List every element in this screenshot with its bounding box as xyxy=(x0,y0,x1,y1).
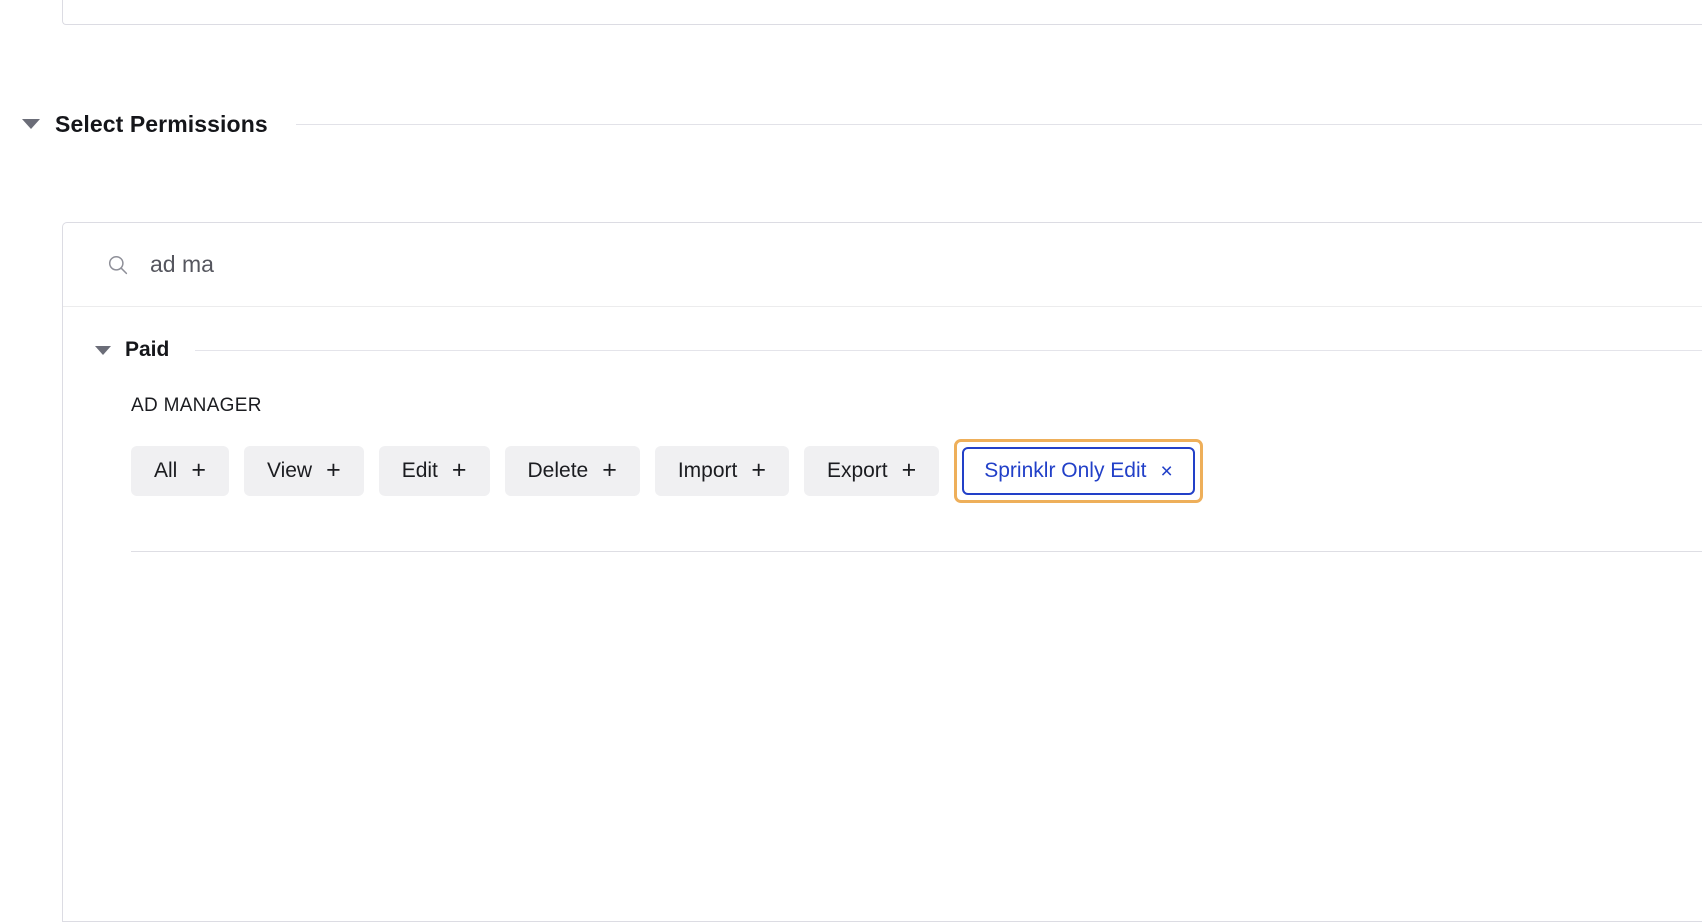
permission-chips-row: All + View + Edit + Delete + Import + Ex… xyxy=(131,439,1702,503)
chip-label: Edit xyxy=(401,459,438,482)
plus-icon[interactable]: + xyxy=(191,457,206,483)
permission-group-label: AD MANAGER xyxy=(131,395,262,416)
chip-label: Import xyxy=(677,459,738,482)
chip-label: View xyxy=(266,459,313,482)
chip-label: Delete xyxy=(527,459,589,482)
page-title: Select Permissions xyxy=(55,110,268,137)
previous-section-panel xyxy=(62,0,1702,25)
chip-label: Export xyxy=(826,459,888,482)
permissions-panel: Paid AD MANAGER All + View + Edit + Dele… xyxy=(62,222,1702,922)
close-icon[interactable]: × xyxy=(1160,461,1172,482)
search-input[interactable] xyxy=(150,251,750,278)
plus-icon[interactable]: + xyxy=(902,457,917,483)
plus-icon[interactable]: + xyxy=(452,457,467,483)
permissions-search-row[interactable] xyxy=(63,223,1702,307)
group-title: Paid xyxy=(125,338,170,361)
search-icon xyxy=(108,255,128,274)
plus-icon[interactable]: + xyxy=(602,457,617,483)
section-divider xyxy=(295,123,1702,125)
permission-chip-edit[interactable]: Edit + xyxy=(378,446,490,496)
focus-highlight-ring: Sprinklr Only Edit × xyxy=(954,439,1203,503)
caret-down-icon[interactable] xyxy=(22,119,40,129)
permission-chip-view[interactable]: View + xyxy=(243,446,364,496)
permission-chip-import[interactable]: Import + xyxy=(654,446,789,496)
caret-down-icon[interactable] xyxy=(95,345,111,355)
plus-icon[interactable]: + xyxy=(326,457,341,483)
group-header-paid[interactable]: Paid xyxy=(63,335,1702,365)
select-permissions-section-header[interactable]: Select Permissions xyxy=(0,108,1702,140)
permission-chip-all[interactable]: All + xyxy=(131,446,229,496)
chip-label: Sprinklr Only Edit xyxy=(984,459,1147,482)
chip-label: All xyxy=(154,459,178,482)
plus-icon[interactable]: + xyxy=(751,457,766,483)
permission-group-ad-manager: AD MANAGER All + View + Edit + Delete + … xyxy=(63,365,1702,503)
permission-group-divider xyxy=(131,551,1702,552)
group-divider xyxy=(195,349,1702,351)
permission-chip-sprinklr-only-edit[interactable]: Sprinklr Only Edit × xyxy=(962,447,1195,495)
permission-chip-export[interactable]: Export + xyxy=(803,446,940,496)
permission-chip-delete[interactable]: Delete + xyxy=(504,446,640,496)
